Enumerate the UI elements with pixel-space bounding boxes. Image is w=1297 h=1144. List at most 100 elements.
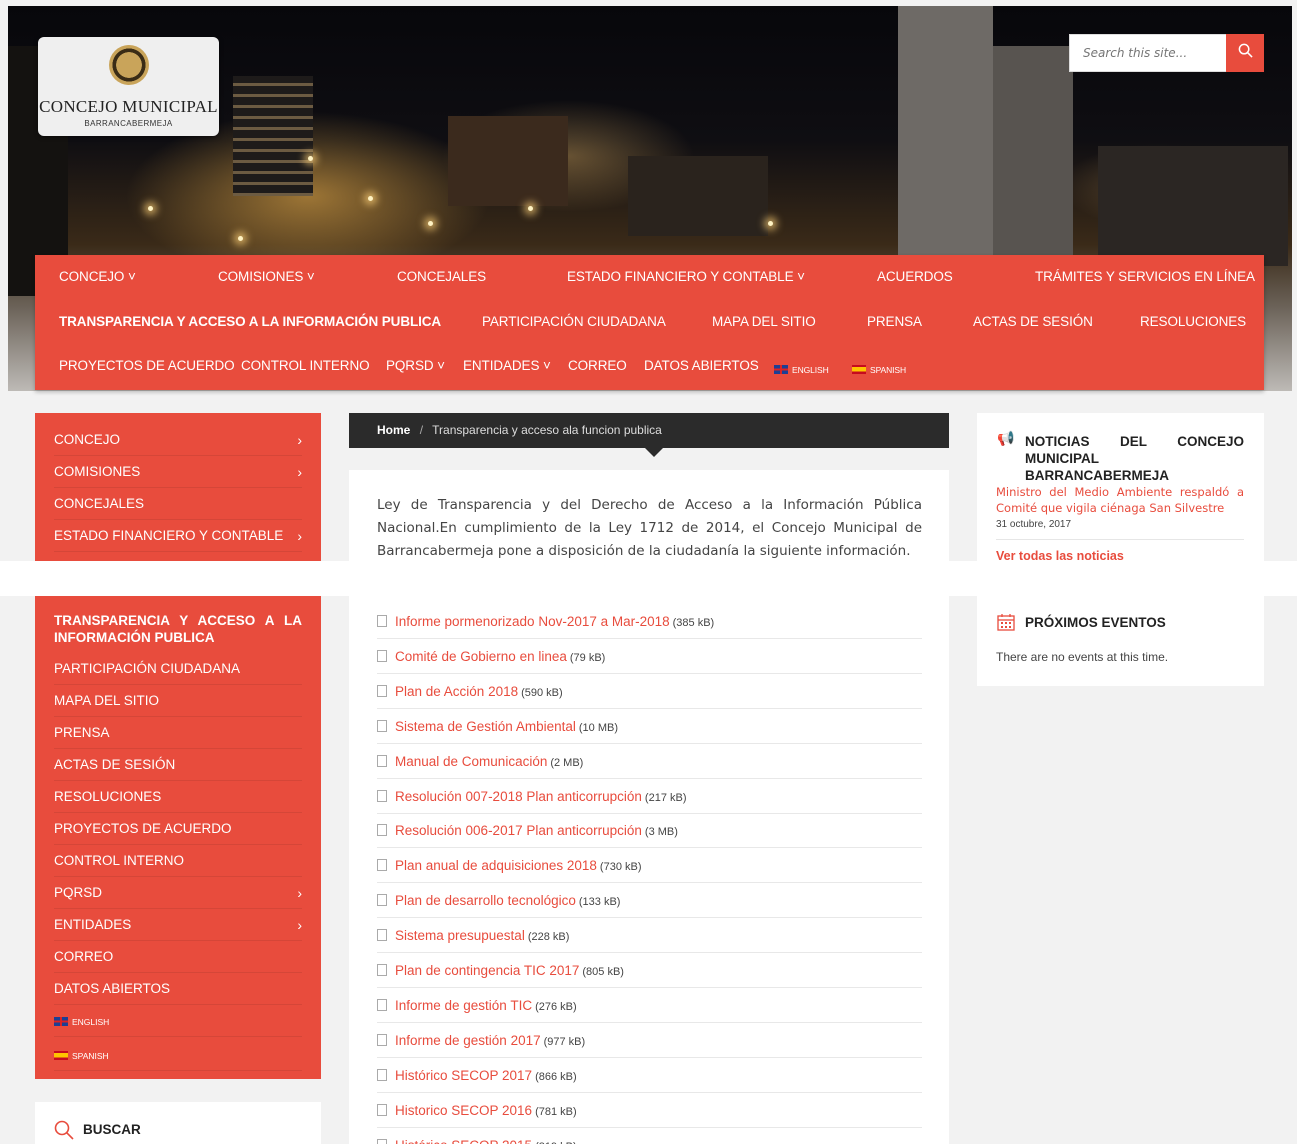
sidebar-item-datos-abiertos[interactable]: DATOS ABIERTOS xyxy=(54,973,302,1005)
sidebar-lang-spanish[interactable]: SPANISH xyxy=(54,1039,302,1071)
document-link[interactable]: Sistema de Gestión Ambiental xyxy=(395,719,576,734)
sidebar-item-concejales[interactable]: CONCEJALES xyxy=(54,488,302,520)
sidebar-item-entidades[interactable]: ENTIDADES › xyxy=(54,909,302,941)
site-logo[interactable]: CONCEJO MUNICIPAL BARRANCABERMEJA xyxy=(38,37,219,136)
document-link[interactable]: Informe de gestión TIC xyxy=(395,998,532,1013)
megaphone-icon: 📢 xyxy=(997,430,1015,446)
document-size: (730 kB) xyxy=(599,861,642,874)
building xyxy=(233,76,313,196)
document-row: Resolución 007-2018 Plan anticorrupción(… xyxy=(377,779,922,814)
document-size: (781 kB) xyxy=(535,1105,577,1118)
search-widget-title: BUSCAR xyxy=(83,1122,141,1137)
sidebar-item-estado-financiero[interactable]: ESTADO FINANCIERO Y CONTABLE › xyxy=(54,520,302,552)
chevron-right-icon: › xyxy=(297,885,302,901)
street-light xyxy=(368,196,373,201)
document-link[interactable]: Comité de Gobierno en linea xyxy=(395,649,567,664)
search-input[interactable] xyxy=(1070,35,1227,71)
building xyxy=(898,6,993,261)
sidebar-item-prensa[interactable]: PRENSA xyxy=(54,717,302,749)
nav-resoluciones[interactable]: RESOLUCIONES xyxy=(1140,314,1246,329)
news-item-date: 31 octubre, 2017 xyxy=(996,519,1072,530)
document-link[interactable]: Histórico SECOP 2015 xyxy=(395,1138,532,1144)
nav-tramites[interactable]: TRÁMITES Y SERVICIOS EN LÍNEA xyxy=(1035,269,1255,284)
document-link[interactable]: Informe pormenorizado Nov-2017 a Mar-201… xyxy=(395,614,670,629)
nav-control-interno[interactable]: CONTROL INTERNO xyxy=(241,358,370,373)
nav-estado-financiero[interactable]: ESTADO FINANCIERO Y CONTABLE ˅ xyxy=(567,269,805,284)
document-size: (217 kB) xyxy=(644,791,687,804)
sidebar-lang-english[interactable]: ENGLISH xyxy=(54,1005,302,1037)
document-row: Sistema presupuestal (228 kB) xyxy=(377,918,922,954)
sidebar-item-pqrsd[interactable]: PQRSD › xyxy=(54,877,302,909)
nav-concejales[interactable]: CONCEJALES xyxy=(397,269,486,284)
street-light xyxy=(768,221,773,226)
sidebar-item-participaci-n-ciudadana[interactable]: PARTICIPACIÓN CIUDADANA xyxy=(54,653,302,685)
document-row: Historico SECOP 2016 (781 kB) xyxy=(377,1093,922,1128)
main-nav: CONCEJO ˅ COMISIONES ˅ CONCEJALES ESTADO… xyxy=(35,255,1264,390)
nav-actas[interactable]: ACTAS DE SESIÓN xyxy=(973,314,1093,329)
nav-transparencia[interactable]: TRANSPARENCIA Y ACCESO A LA INFORMACIÓN … xyxy=(59,314,441,329)
breadcrumb: Home / Transparencia y acceso ala funcio… xyxy=(349,413,949,448)
nav-proyectos[interactable]: PROYECTOS DE ACUERDO xyxy=(59,358,235,373)
pdf-file-icon xyxy=(377,1103,387,1116)
sidebar-item-proyectos-de-acuerdo[interactable]: PROYECTOS DE ACUERDO xyxy=(54,813,302,845)
search-button[interactable] xyxy=(1226,34,1264,72)
breadcrumb-current: Transparencia y acceso ala funcion publi… xyxy=(432,423,662,437)
breadcrumb-separator: / xyxy=(419,423,424,437)
document-link[interactable]: Plan anual de adquisiciones 2018 xyxy=(395,858,597,873)
sidebar-item-actas-de-sesi-n[interactable]: ACTAS DE SESIÓN xyxy=(54,749,302,781)
search-icon xyxy=(54,1120,74,1140)
document-link[interactable]: Histórico SECOP 2017 xyxy=(395,1068,532,1083)
document-row: Plan de Acción 2018 (590 kB) xyxy=(377,674,922,709)
nav-acuerdos[interactable]: ACUERDOS xyxy=(877,269,953,284)
document-link[interactable]: Sistema presupuestal xyxy=(395,928,525,943)
document-link[interactable]: Plan de contingencia TIC 2017 xyxy=(395,963,579,978)
intro-text: Ley de Transparencia y del Derecho de Ac… xyxy=(377,497,922,559)
pdf-file-icon xyxy=(377,1068,387,1081)
nav-prensa[interactable]: PRENSA xyxy=(867,314,922,329)
document-row: Informe de gestión TIC (276 kB) xyxy=(377,988,922,1023)
news-item-link[interactable]: Ministro del Medio Ambiente respaldó a C… xyxy=(996,484,1244,516)
pdf-file-icon xyxy=(377,649,387,662)
nav-pqrsd[interactable]: PQRSD ˅ xyxy=(386,358,445,373)
nav-lang-spanish[interactable]: SPANISH xyxy=(852,361,906,376)
document-size: (228 kB) xyxy=(527,931,570,944)
document-link[interactable]: Resolución 007-2018 Plan anticorrupción xyxy=(395,789,642,804)
nav-concejo[interactable]: CONCEJO ˅ xyxy=(59,269,136,284)
sidebar-menu: CONCEJO › COMISIONES › CONCEJALES ESTADO F… xyxy=(35,413,321,561)
sidebar-item-resoluciones[interactable]: RESOLUCIONES xyxy=(54,781,302,813)
nav-correo[interactable]: CORREO xyxy=(568,358,627,373)
nav-lang-english[interactable]: ENGLISH xyxy=(774,361,829,376)
events-empty-text: There are no events at this time. xyxy=(996,650,1169,664)
sidebar-item-mapa-del-sitio[interactable]: MAPA DEL SITIO xyxy=(54,685,302,717)
building xyxy=(628,156,768,236)
nav-comisiones[interactable]: COMISIONES ˅ xyxy=(218,269,315,284)
breadcrumb-home[interactable]: Home xyxy=(377,423,410,437)
document-row: Manual de Comunicación (2 MB) xyxy=(377,744,922,779)
nav-mapa-sitio[interactable]: MAPA DEL SITIO xyxy=(712,314,816,329)
sidebar-item-control-interno[interactable]: CONTROL INTERNO xyxy=(54,845,302,877)
document-size: (866 kB) xyxy=(535,1070,577,1083)
sidebar-item-comisiones[interactable]: COMISIONES › xyxy=(54,456,302,488)
document-row: Informe pormenorizado Nov-2017 a Mar-201… xyxy=(377,604,922,639)
nav-entidades[interactable]: ENTIDADES ˅ xyxy=(463,358,551,373)
document-link[interactable]: Resolución 006-2017 Plan anticorrupción xyxy=(395,823,642,838)
document-row: Informe de gestión 2017 (977 kB) xyxy=(377,1023,922,1058)
street-light xyxy=(238,236,243,241)
document-link[interactable]: Plan de Acción 2018 xyxy=(395,684,518,699)
pdf-file-icon xyxy=(377,719,387,732)
document-link[interactable]: Historico SECOP 2016 xyxy=(395,1103,532,1118)
sidebar-item-correo[interactable]: CORREO xyxy=(54,941,302,973)
sidebar-item-concejo[interactable]: CONCEJO › xyxy=(54,424,302,456)
pdf-file-icon xyxy=(377,684,387,697)
document-link[interactable]: Plan de desarrollo tecnológico xyxy=(395,893,576,908)
nav-participacion[interactable]: PARTICIPACIÓN CIUDADANA xyxy=(482,314,666,329)
pdf-file-icon xyxy=(377,1033,387,1046)
document-size: (590 kB) xyxy=(521,686,563,699)
nav-datos-abiertos[interactable]: DATOS ABIERTOS xyxy=(644,358,759,373)
pdf-file-icon xyxy=(377,859,387,872)
pdf-file-icon xyxy=(377,929,387,942)
sidebar-item-transparencia[interactable]: TRANSPARENCIA Y ACCESO A LA INFORMACIÓN … xyxy=(54,612,302,646)
document-link[interactable]: Informe de gestión 2017 xyxy=(395,1033,541,1048)
street-light xyxy=(528,206,533,211)
document-link[interactable]: Manual de Comunicación xyxy=(395,754,547,769)
